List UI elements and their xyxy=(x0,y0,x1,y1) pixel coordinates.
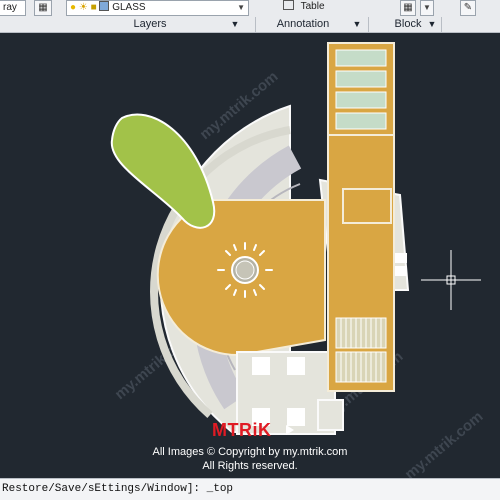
layer-state-combo[interactable]: ray xyxy=(0,0,26,16)
table-label: Table xyxy=(300,1,325,12)
chevron-down-icon[interactable]: ▼ xyxy=(237,1,245,15)
block-insert-icon[interactable]: ▦ xyxy=(400,0,416,16)
ribbon: ray ▦ ● ☀ ■ GLASS ▼ Table ▦ ▼ ✎ Layers ▼… xyxy=(0,0,500,33)
command-line[interactable]: Restore/Save/sEttings/Window]: _top xyxy=(0,478,500,500)
lock-icon[interactable]: ■ xyxy=(91,2,97,13)
layer-combo[interactable]: ● ☀ ■ GLASS ▼ xyxy=(66,0,249,16)
window-cell xyxy=(252,357,270,375)
panel-title-annotation[interactable]: Annotation xyxy=(258,17,348,32)
sun-icon[interactable]: ☀ xyxy=(79,2,88,13)
window-cell xyxy=(395,253,407,263)
block-panel-expander-icon[interactable]: ▼ xyxy=(425,17,439,32)
window-cell xyxy=(287,357,305,375)
annotation-panel-expander-icon[interactable]: ▼ xyxy=(350,17,364,32)
panel-title-layers[interactable]: Layers xyxy=(85,17,215,32)
tower-block[interactable] xyxy=(327,42,395,392)
window-cell xyxy=(395,266,407,276)
lightbulb-icon[interactable]: ● xyxy=(70,2,76,13)
block-edit-icon[interactable]: ✎ xyxy=(460,0,476,16)
table-button[interactable]: Table xyxy=(280,0,368,16)
south-annex[interactable] xyxy=(317,399,344,431)
drawing-canvas[interactable]: my.mtrik.com my.mtrik.com my.mtrik.com m… xyxy=(0,33,500,478)
layer-color-swatch-icon xyxy=(99,1,110,11)
watermark-logo: MTRiK xyxy=(212,420,272,440)
watermark-copyright: All Images © Copyright by my.mtrik.com xyxy=(152,446,348,458)
command-line-text: Restore/Save/sEttings/Window]: _top xyxy=(2,483,234,495)
table-icon xyxy=(283,0,294,10)
panel-divider xyxy=(441,17,442,32)
panel-divider xyxy=(368,17,369,32)
layers-panel-expander-icon[interactable]: ▼ xyxy=(228,17,242,32)
panel-divider xyxy=(255,17,256,32)
block-dropdown-icon[interactable]: ▼ xyxy=(420,0,434,16)
window-cell xyxy=(287,408,305,426)
watermark-rights: All Rights reserved. xyxy=(202,460,298,472)
layer-properties-icon[interactable]: ▦ xyxy=(34,0,52,16)
layer-combo-value: GLASS xyxy=(112,2,146,13)
